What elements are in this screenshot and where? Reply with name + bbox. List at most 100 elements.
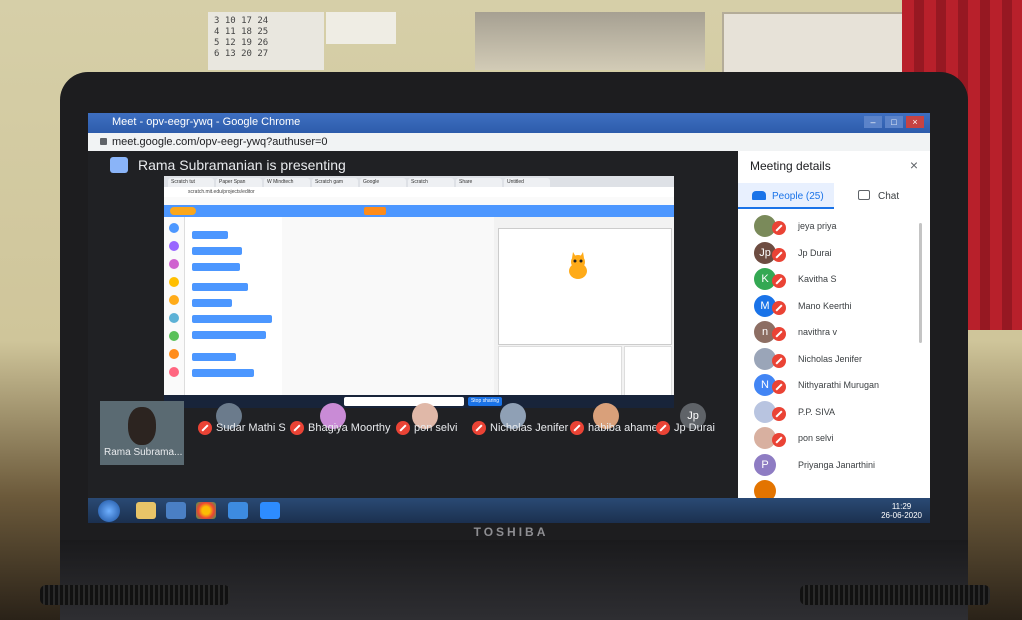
- tab-people[interactable]: People (25): [738, 183, 834, 209]
- person-name: Jp Durai: [798, 247, 832, 258]
- person-name: Nithyarathi Murugan: [798, 380, 880, 390]
- code-block: [192, 331, 266, 339]
- participant-strip: Rama Subrama... Sudar Mathi S Bhagiya Mo…: [88, 401, 738, 465]
- chat-icon: [858, 190, 870, 200]
- scratch-categories: [164, 217, 185, 395]
- participant-name: Jp Durai: [674, 421, 715, 434]
- participant-name: Sudar Mathi S: [216, 421, 286, 434]
- people-icon: [752, 191, 766, 200]
- mic-off-icon: [772, 406, 786, 421]
- shared-tab: W Mindtech: [264, 178, 310, 187]
- category-sound-icon: [169, 259, 179, 269]
- zoom-icon[interactable]: [260, 502, 280, 519]
- participant-tile[interactable]: Jp Durai: [656, 419, 715, 439]
- panel-title: Meeting details: [750, 159, 831, 173]
- list-item[interactable]: K Kavitha S: [738, 266, 930, 293]
- category-control-icon: [169, 295, 179, 305]
- list-item[interactable]: jeya priya: [738, 213, 930, 240]
- shared-tab: Paper Span: [216, 178, 262, 187]
- shared-tab: Scratch gam: [312, 178, 358, 187]
- maximize-button[interactable]: □: [885, 116, 903, 128]
- avatar: P: [754, 453, 776, 476]
- address-bar[interactable]: meet.google.com/opv-eegr-ywq?authuser=0: [88, 133, 930, 151]
- participant-tile[interactable]: habiba ahamed: [570, 419, 664, 439]
- shared-bookmarks-bar: [164, 197, 674, 205]
- list-item[interactable]: pon selvi: [738, 425, 930, 452]
- shared-tab: Scratch: [408, 178, 454, 187]
- url-text[interactable]: meet.google.com/opv-eegr-ywq?authuser=0: [112, 136, 328, 148]
- media-icon[interactable]: [166, 502, 186, 519]
- category-myblocks-icon: [169, 367, 179, 377]
- mic-off-icon: [198, 420, 212, 435]
- scratch-project-link: [396, 207, 446, 215]
- person-name: navithra v: [798, 327, 838, 337]
- mic-off-icon: [570, 420, 584, 435]
- list-item[interactable]: P Priyanga Janarthini: [738, 452, 930, 479]
- panel-scrollbar[interactable]: [919, 223, 922, 343]
- people-list: jeya priya Jp Jp Durai K Kavitha S M Man…: [738, 213, 930, 498]
- wall-calendar: 3 10 17 24 4 11 18 25 5 12 19 26 6 13 20…: [208, 12, 324, 70]
- category-sensing-icon: [169, 313, 179, 323]
- mic-off-icon: [772, 221, 786, 235]
- shared-sharing-notice: [344, 397, 464, 406]
- participant-tile[interactable]: Bhagiya Moorthy: [290, 419, 391, 439]
- code-block: [192, 315, 272, 323]
- shared-address-bar: scratch.mit.edu/projects/editor: [164, 187, 674, 197]
- list-item[interactable]: Nicholas Jenifer: [738, 346, 930, 373]
- folder-icon[interactable]: [136, 502, 156, 519]
- shared-tab-strip: Scratch tut Paper Span W Mindtech Scratc…: [164, 176, 674, 187]
- participant-name: Nicholas Jenifer: [490, 421, 569, 434]
- close-window-button[interactable]: ×: [906, 116, 924, 128]
- code-block: [192, 283, 248, 291]
- code-block: [192, 263, 240, 271]
- participant-name: habiba ahamed: [588, 421, 664, 434]
- shared-tab: Untitled: [504, 178, 550, 187]
- list-item[interactable]: P.P. SIVA: [738, 399, 930, 426]
- ie-icon[interactable]: [228, 502, 248, 519]
- system-clock[interactable]: 11:29 26-06-2020: [881, 502, 922, 520]
- participant-tile[interactable]: pon selvi: [396, 419, 457, 439]
- list-item[interactable]: M Mano Keerthi: [738, 293, 930, 320]
- mic-off-icon: [396, 420, 410, 435]
- tab-chat[interactable]: Chat: [834, 183, 930, 209]
- scratch-share-button: [364, 207, 386, 215]
- tab-people-label: People (25): [772, 191, 824, 202]
- person-name: Nicholas Jenifer: [798, 353, 863, 364]
- clock-time: 11:29: [891, 502, 912, 511]
- tab-chat-label: Chat: [878, 191, 900, 202]
- mic-off-icon: [772, 327, 786, 341]
- person-name: pon selvi: [798, 433, 834, 443]
- category-events-icon: [169, 277, 179, 287]
- scratch-code-area: [282, 217, 494, 395]
- meet-stage: Rama Subramanian is presenting Scratch t…: [88, 151, 738, 498]
- list-item[interactable]: n navithra v: [738, 319, 930, 346]
- speaker-grille-right: [800, 585, 990, 605]
- window-controls: – □ ×: [864, 116, 924, 128]
- mic-off-icon: [656, 420, 670, 435]
- chrome-icon[interactable]: [196, 502, 216, 519]
- list-item[interactable]: N Nithyarathi Murugan: [738, 372, 930, 399]
- participant-tile[interactable]: Nicholas Jenifer: [472, 419, 568, 439]
- mic-off-icon: [772, 380, 786, 394]
- code-block: [192, 353, 236, 361]
- speaker-grille-left: [40, 585, 230, 605]
- person-name: jeya priya: [798, 221, 837, 231]
- person-name: Priyanga Janarthini: [798, 459, 876, 470]
- close-icon[interactable]: ×: [910, 157, 918, 173]
- browser-title-bar: Meet - opv-eegr-ywq - Google Chrome – □ …: [88, 113, 930, 133]
- window-title: Meet - opv-eegr-ywq - Google Chrome: [112, 116, 301, 128]
- scratch-menu-bar: [164, 205, 674, 217]
- scratch-stage: [498, 228, 672, 345]
- participant-tile[interactable]: Sudar Mathi S: [198, 419, 286, 439]
- minimize-button[interactable]: –: [864, 116, 882, 128]
- person-name: P.P. SIVA: [798, 406, 836, 417]
- self-view-label: Rama Subrama...: [104, 447, 183, 458]
- list-item[interactable]: Jp Jp Durai: [738, 240, 930, 267]
- person-name: Kavitha S: [798, 274, 837, 284]
- scratch-block-palette: [164, 217, 282, 395]
- code-block: [192, 231, 228, 239]
- laptop-screen: Meet - opv-eegr-ywq - Google Chrome – □ …: [88, 113, 930, 523]
- list-item[interactable]: [738, 478, 930, 498]
- start-button[interactable]: [98, 500, 120, 522]
- self-view-tile[interactable]: Rama Subrama...: [100, 401, 184, 465]
